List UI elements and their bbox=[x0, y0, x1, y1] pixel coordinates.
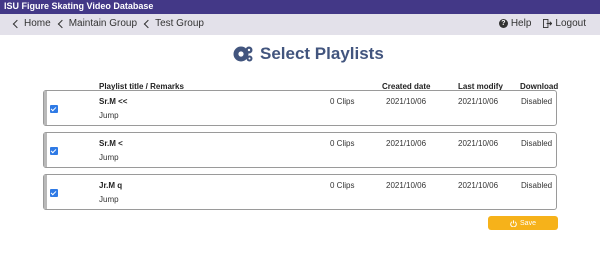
chevron-left-icon bbox=[57, 19, 66, 28]
playlist-clips: 0 Clips bbox=[330, 181, 355, 190]
nav-test-group-link[interactable]: Test Group bbox=[143, 18, 204, 29]
row-checkbox[interactable] bbox=[50, 189, 58, 197]
playlist-download: Disabled bbox=[521, 181, 553, 190]
row-accent bbox=[44, 175, 47, 209]
page-heading: Select Playlists bbox=[232, 44, 384, 64]
nav-maintain-group-link[interactable]: Maintain Group bbox=[57, 18, 138, 29]
nav-actions: ? Help Logout bbox=[498, 18, 586, 29]
playlist-row[interactable]: Sr.M << Jump 0 Clips 2021/10/06 2021/10/… bbox=[43, 90, 557, 126]
row-accent bbox=[44, 133, 47, 167]
playlist-row[interactable]: Jr.M q Jump 0 Clips 2021/10/06 2021/10/0… bbox=[43, 174, 557, 210]
chevron-left-icon bbox=[12, 19, 22, 28]
playlist-download: Disabled bbox=[521, 139, 553, 148]
playlist-title: Jr.M q bbox=[99, 181, 123, 190]
playlist-modified: 2021/10/06 bbox=[458, 139, 499, 148]
playlist-modified: 2021/10/06 bbox=[458, 97, 499, 106]
row-checkbox[interactable] bbox=[50, 147, 58, 155]
nav-home-label: Home bbox=[24, 18, 51, 29]
playlist-clips: 0 Clips bbox=[330, 139, 355, 148]
nav-maintain-group-label: Maintain Group bbox=[68, 18, 138, 29]
breadcrumb: Home Maintain Group Test Group bbox=[12, 18, 204, 29]
row-checkbox[interactable] bbox=[50, 105, 58, 113]
power-icon bbox=[510, 219, 517, 227]
save-button[interactable]: Save bbox=[488, 216, 558, 230]
page-title: Select Playlists bbox=[260, 44, 384, 63]
playlist-clips: 0 Clips bbox=[330, 97, 355, 106]
help-icon: ? bbox=[498, 19, 508, 28]
playlist-title: Sr.M << bbox=[99, 97, 128, 106]
chevron-left-icon bbox=[143, 19, 153, 28]
app-title-bar: ISU Figure Skating Video Database bbox=[0, 0, 600, 14]
playlist-title: Sr.M < bbox=[99, 139, 123, 148]
playlist-remarks: Jump bbox=[99, 111, 119, 120]
row-accent bbox=[44, 91, 47, 125]
app-title: ISU Figure Skating Video Database bbox=[4, 1, 154, 11]
playlist-created: 2021/10/06 bbox=[386, 139, 427, 148]
logout-icon bbox=[543, 19, 553, 28]
nav-bar: Home Maintain Group Test Group ? Help Lo… bbox=[0, 14, 600, 35]
logout-label: Logout bbox=[555, 18, 586, 29]
playlist-remarks: Jump bbox=[99, 153, 119, 162]
logout-link[interactable]: Logout bbox=[543, 18, 586, 29]
playlist-created: 2021/10/06 bbox=[386, 97, 427, 106]
nav-home-link[interactable]: Home bbox=[12, 18, 51, 29]
nav-test-group-label: Test Group bbox=[155, 18, 204, 29]
playlist-download: Disabled bbox=[521, 97, 553, 106]
playlist-remarks: Jump bbox=[99, 195, 119, 204]
gears-icon bbox=[233, 46, 253, 62]
playlist-created: 2021/10/06 bbox=[386, 181, 427, 190]
playlist-row[interactable]: Sr.M < Jump 0 Clips 2021/10/06 2021/10/0… bbox=[43, 132, 557, 168]
playlist-modified: 2021/10/06 bbox=[458, 181, 499, 190]
help-link[interactable]: ? Help bbox=[498, 18, 532, 29]
help-label: Help bbox=[510, 18, 532, 29]
save-label: Save bbox=[520, 219, 536, 227]
